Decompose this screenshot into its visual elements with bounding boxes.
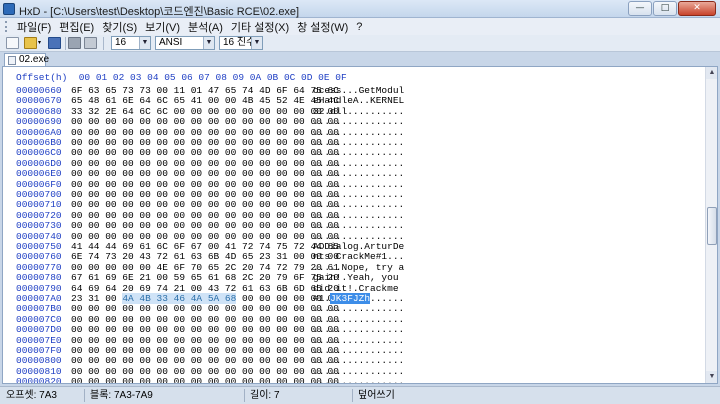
toolbar-separator xyxy=(65,37,66,50)
chevron-down-icon[interactable]: ▼ xyxy=(251,37,262,49)
toolbar: ▾ 16 ▼ ANSI ▼ 16 진수 ▼ xyxy=(0,35,720,52)
status-separator xyxy=(352,389,353,402)
chevron-down-icon[interactable]: ▼ xyxy=(139,37,150,49)
bytes-per-row-select[interactable]: 16 ▼ xyxy=(111,36,151,50)
number-base-select[interactable]: 16 진수 ▼ xyxy=(219,36,263,50)
disk-icon[interactable] xyxy=(68,37,81,49)
file-icon xyxy=(8,56,16,65)
hxd-app-icon xyxy=(3,3,15,15)
title-bar: HxD - [C:\Users\test\Desktop\코드엔진\Basic … xyxy=(0,0,720,18)
row-ascii[interactable]: ................ xyxy=(313,375,404,383)
menu-analysis[interactable]: 분석(A) xyxy=(184,19,227,35)
scroll-down-icon[interactable]: ▼ xyxy=(706,371,717,383)
bytes-per-row-value: 16 xyxy=(115,37,127,48)
charset-value: ANSI xyxy=(159,37,183,48)
menu-window[interactable]: 창 설정(W) xyxy=(293,19,352,35)
menu-search[interactable]: 찾기(S) xyxy=(98,19,141,35)
status-offset: 오프셋: 7A3 xyxy=(6,390,57,401)
close-button[interactable]: ✕ xyxy=(678,1,716,16)
menu-grip-icon xyxy=(5,21,9,32)
menu-extras[interactable]: 기타 설정(X) xyxy=(227,19,293,35)
menu-bar: 파일(F) 편집(E) 찾기(S) 보기(V) 분석(A) 기타 설정(X) 창… xyxy=(0,18,720,35)
tab-label: 02.exe xyxy=(19,54,50,65)
status-length: 길이: 7 xyxy=(250,390,280,401)
tab-strip: 02.exe xyxy=(0,52,720,66)
tab-02-exe[interactable]: 02.exe xyxy=(4,53,50,66)
hex-column-header: Offset(h) 00 01 02 03 04 05 06 07 08 09 … xyxy=(16,72,347,83)
new-file-icon[interactable] xyxy=(6,37,19,49)
hex-editor[interactable]: Offset(h) 00 01 02 03 04 05 06 07 08 09 … xyxy=(2,66,718,384)
open-folder-icon[interactable] xyxy=(24,37,37,49)
maximize-button[interactable]: □ xyxy=(653,1,677,16)
vertical-scrollbar[interactable]: ▲ ▼ xyxy=(705,67,717,383)
scroll-up-icon[interactable]: ▲ xyxy=(706,67,717,79)
menu-file[interactable]: 파일(F) xyxy=(13,19,55,35)
row-bytes[interactable]: 00 00 00 00 00 00 00 00 00 00 00 00 00 0… xyxy=(71,375,339,383)
chevron-down-icon[interactable]: ▼ xyxy=(203,37,214,49)
status-block: 블록: 7A3-7A9 xyxy=(90,390,153,401)
menu-edit[interactable]: 편집(E) xyxy=(55,19,98,35)
status-separator xyxy=(244,389,245,402)
toolbar-separator xyxy=(103,37,104,50)
status-bar: 오프셋: 7A3 블록: 7A3-7A9 길이: 7 덮어쓰기 xyxy=(0,386,720,404)
charset-select[interactable]: ANSI ▼ xyxy=(155,36,215,50)
menu-help[interactable]: ? xyxy=(352,21,366,33)
minimize-button[interactable]: — xyxy=(628,1,652,16)
menu-view[interactable]: 보기(V) xyxy=(141,19,184,35)
open-dropdown-icon[interactable]: ▾ xyxy=(38,37,44,49)
row-offset: 00000820 xyxy=(16,376,62,384)
save-icon[interactable] xyxy=(48,37,61,49)
ram-icon[interactable] xyxy=(84,37,97,49)
window-controls: — □ ✕ xyxy=(628,1,716,16)
status-mode: 덮어쓰기 xyxy=(358,390,395,401)
status-separator xyxy=(84,389,85,402)
window-title: HxD - [C:\Users\test\Desktop\코드엔진\Basic … xyxy=(19,6,300,18)
scroll-thumb[interactable] xyxy=(707,207,717,245)
